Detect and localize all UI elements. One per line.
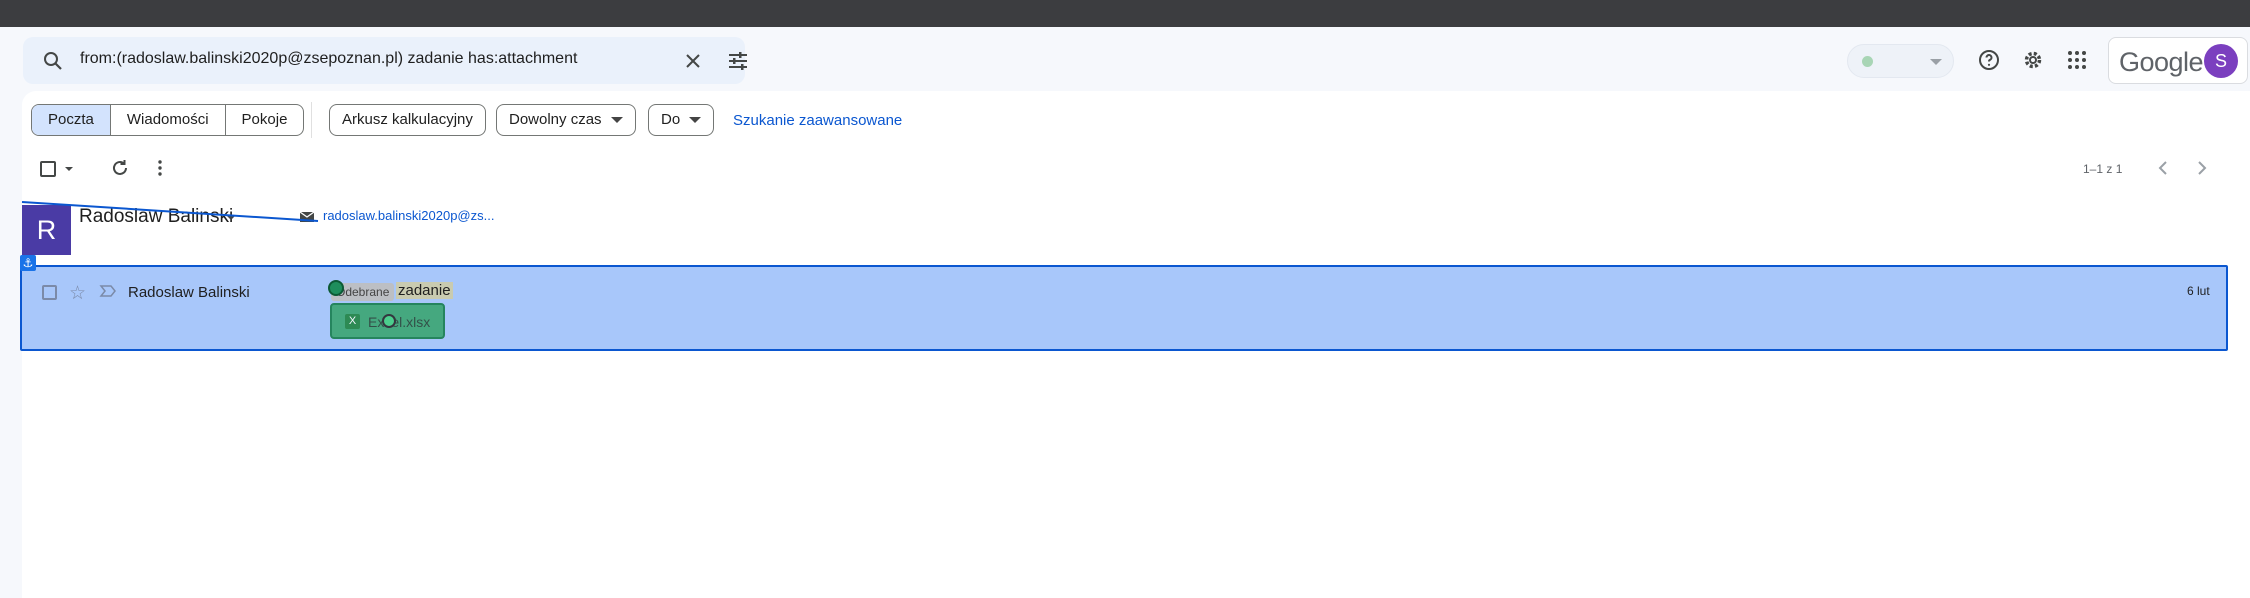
gear-icon[interactable] <box>2018 45 2048 75</box>
advanced-search-link[interactable]: Szukanie zaawansowane <box>733 112 902 129</box>
chip-label: Dowolny czas <box>509 111 602 128</box>
filter-chip-time[interactable]: Dowolny czas <box>496 104 636 136</box>
chevron-down-icon[interactable] <box>65 167 73 171</box>
tab-poczta[interactable]: Poczta <box>32 105 110 135</box>
contact-email-link[interactable]: radoslaw.balinski2020p@zs... <box>323 208 494 223</box>
pagination-label: 1–1 z 1 <box>2083 162 2123 176</box>
chevron-left-icon[interactable] <box>2151 156 2175 180</box>
search-options-icon[interactable] <box>726 49 750 73</box>
refresh-icon[interactable] <box>108 156 132 180</box>
google-logo: Google <box>2119 47 2204 77</box>
star-icon[interactable]: ☆ <box>69 282 86 305</box>
drag-start-marker-icon <box>328 280 344 296</box>
filter-chip-spreadsheet[interactable]: Arkusz kalkulacyjny <box>329 104 486 136</box>
anchor-icon: ⚓ <box>20 255 36 271</box>
select-all-checkbox[interactable] <box>40 161 56 177</box>
apps-grid-icon[interactable] <box>2062 45 2092 75</box>
row-subject: zadanie <box>396 282 453 299</box>
chevron-down-icon <box>689 117 702 123</box>
attachment-filename: Excel.xlsx <box>368 314 431 330</box>
importance-marker-icon[interactable] <box>99 283 117 299</box>
row-date: 6 lut <box>2187 284 2210 298</box>
tab-wiadomosci[interactable]: Wiadomości <box>109 105 225 135</box>
attachment-chip[interactable]: X Excel.xlsx <box>330 303 445 339</box>
filter-divider <box>311 102 312 138</box>
email-row[interactable]: ⚓ ☆ Radoslaw Balinski Odebrane zadanie 6… <box>20 255 2228 351</box>
drag-cursor-icon <box>382 314 396 328</box>
row-checkbox[interactable] <box>42 285 57 300</box>
search-bar[interactable]: from:(radoslaw.balinski2020p@zsepoznan.p… <box>23 37 747 84</box>
account-avatar[interactable]: S <box>2204 44 2238 78</box>
connector-line <box>21 201 319 222</box>
search-scope-tabs: Poczta Wiadomości Pokoje <box>31 104 305 136</box>
browser-top-strip <box>0 0 2250 27</box>
chevron-right-icon[interactable] <box>2190 156 2214 180</box>
chip-label: Do <box>661 111 681 128</box>
clear-search-icon[interactable] <box>681 49 705 73</box>
chevron-down-icon <box>610 117 623 123</box>
status-dot <box>1862 56 1873 67</box>
chevron-down-icon <box>1930 59 1942 65</box>
tab-pokoje[interactable]: Pokoje <box>224 105 304 135</box>
help-icon[interactable] <box>1974 45 2004 75</box>
row-sender: Radoslaw Balinski <box>128 284 250 301</box>
search-input[interactable]: from:(radoslaw.balinski2020p@zsepoznan.p… <box>80 50 577 68</box>
chip-label: Arkusz kalkulacyjny <box>342 111 473 128</box>
excel-file-icon: X <box>345 314 360 329</box>
status-indicator[interactable] <box>1847 44 1954 78</box>
filter-chip-to[interactable]: Do <box>648 104 715 136</box>
main-panel: Poczta Wiadomości Pokoje Arkusz kalkulac… <box>20 91 2250 598</box>
more-vert-icon[interactable] <box>148 156 172 180</box>
search-icon[interactable] <box>41 49 65 73</box>
account-box[interactable]: Google S <box>2108 37 2248 84</box>
